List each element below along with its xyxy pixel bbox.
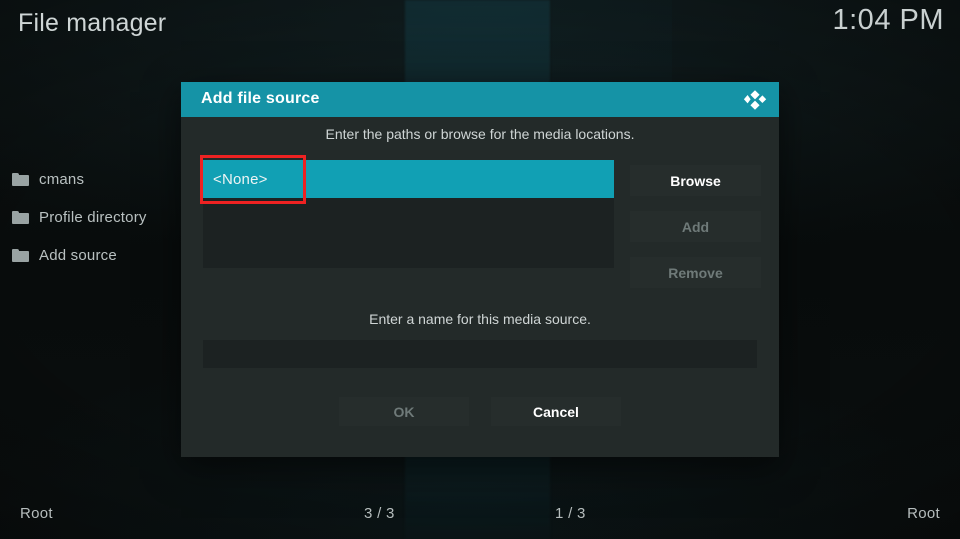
path-list-item[interactable]: <None> bbox=[203, 160, 614, 198]
file-list-left: cmans Profile directory Add source bbox=[0, 160, 190, 274]
add-file-source-dialog: Add file source Enter the paths or brows… bbox=[181, 82, 779, 457]
status-left-path: Root bbox=[20, 505, 53, 522]
clock: 1:04 PM bbox=[832, 4, 944, 36]
top-bar: File manager 1:04 PM bbox=[0, 0, 960, 52]
dialog-footer-buttons: OK Cancel bbox=[339, 397, 621, 426]
dialog-header: Add file source bbox=[181, 82, 779, 117]
folder-icon bbox=[12, 172, 29, 186]
path-list-item-label: <None> bbox=[213, 170, 268, 188]
ok-button[interactable]: OK bbox=[339, 397, 469, 426]
browse-button[interactable]: Browse bbox=[630, 165, 761, 196]
list-item-label: Profile directory bbox=[39, 208, 147, 226]
paths-hint: Enter the paths or browse for the media … bbox=[325, 126, 635, 142]
kodi-logo-icon bbox=[743, 90, 767, 110]
add-button[interactable]: Add bbox=[630, 211, 761, 242]
dialog-title: Add file source bbox=[201, 90, 320, 107]
list-item-label: Add source bbox=[39, 246, 117, 264]
source-name-input[interactable] bbox=[203, 340, 757, 368]
paths-list: <None> bbox=[203, 160, 614, 268]
kodi-screen: File manager 1:04 PM cmans Profile direc… bbox=[0, 0, 960, 539]
status-right-count: 1 / 3 bbox=[555, 505, 586, 522]
status-bar: Root 3 / 3 1 / 3 Root bbox=[0, 495, 960, 539]
cancel-button[interactable]: Cancel bbox=[491, 397, 621, 426]
status-left-count: 3 / 3 bbox=[364, 505, 395, 522]
name-hint: Enter a name for this media source. bbox=[369, 311, 591, 327]
list-item[interactable]: cmans bbox=[0, 160, 190, 198]
page-title: File manager bbox=[18, 9, 167, 37]
list-item[interactable]: Profile directory bbox=[0, 198, 190, 236]
path-action-buttons: Browse Add Remove bbox=[630, 165, 761, 303]
list-item-label: cmans bbox=[39, 170, 85, 188]
folder-icon bbox=[12, 248, 29, 262]
list-item[interactable]: Add source bbox=[0, 236, 190, 274]
remove-button[interactable]: Remove bbox=[630, 257, 761, 288]
status-right-path: Root bbox=[907, 505, 940, 522]
folder-icon bbox=[12, 210, 29, 224]
